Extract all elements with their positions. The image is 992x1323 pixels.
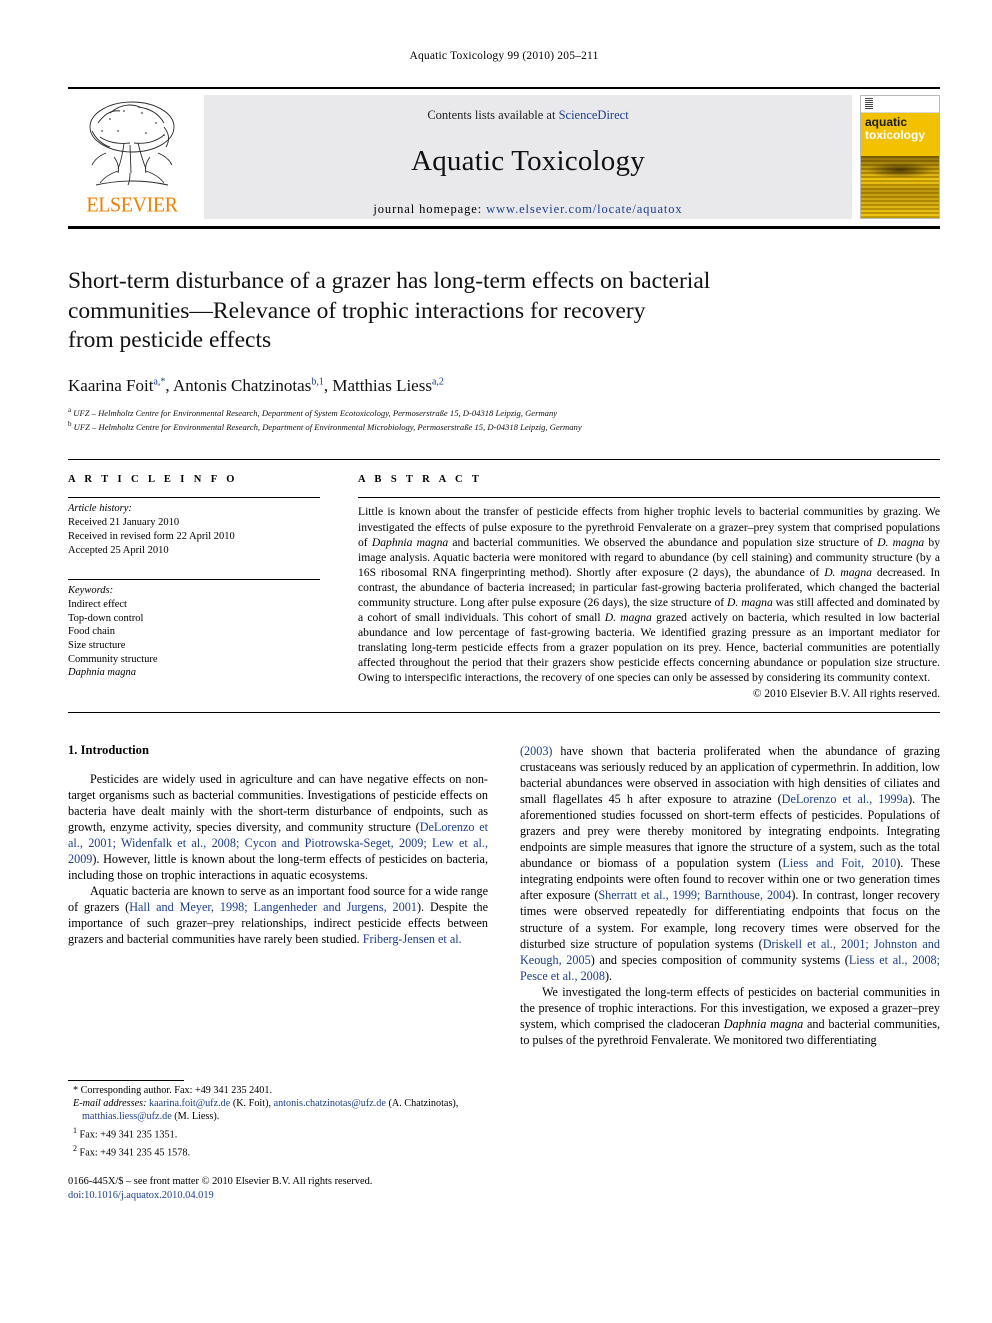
info-abstract-section: A R T I C L E I N F O Article history: R… xyxy=(68,459,941,700)
cover-title: aquatic toxicology xyxy=(861,113,939,141)
intro-paragraph: Aquatic bacteria are known to serve as a… xyxy=(68,884,488,947)
intro-paragraph: (2003) have shown that bacteria prolifer… xyxy=(520,743,941,983)
homepage-prefix: journal homepage: xyxy=(373,202,487,216)
title-line-2: communities—Relevance of trophic interac… xyxy=(68,297,646,324)
intro-paragraph: Pesticides are widely used in agricultur… xyxy=(68,771,488,883)
author-list: Kaarina Foita,*, Antonis Chatzinotasb,1,… xyxy=(68,375,444,395)
keyword-item: Indirect effect xyxy=(68,599,127,611)
intro-paragraph: We investigated the long-term effects of… xyxy=(520,984,940,1048)
author-3: Matthias Liessa,2 xyxy=(332,376,444,395)
keywords-rule xyxy=(68,579,320,581)
keyword-item: Size structure xyxy=(68,639,126,651)
history-received: Received 21 January 2010 xyxy=(68,517,180,529)
author-2: Antonis Chatzinotasb,1 xyxy=(173,376,324,395)
author-1: Kaarina Foita,* xyxy=(68,376,165,395)
affiliation-a: a UFZ – Helmholtz Centre for Environment… xyxy=(68,405,940,419)
contents-available-line: Contents lists available at ScienceDirec… xyxy=(427,108,628,123)
cover-header-strip xyxy=(861,96,939,113)
masthead-bottom-rule xyxy=(68,226,940,229)
page-title: Short-term disturbance of a grazer has l… xyxy=(68,267,940,356)
cover-title-line1: aquatic xyxy=(865,115,908,129)
abstract-text: Little is known about the transfer of pe… xyxy=(358,505,941,685)
title-line-3: from pesticide effects xyxy=(68,327,272,353)
contents-prefix: Contents lists available at xyxy=(427,108,559,122)
keyword-item: Community structure xyxy=(68,653,158,665)
page-content: Aquatic Toxicology 99 (2010) 205–211 ELS… xyxy=(68,0,940,1203)
article-info-rule xyxy=(68,497,320,499)
affiliations: a UFZ – Helmholtz Centre for Environment… xyxy=(68,405,940,434)
keyword-item: Daphnia magna xyxy=(68,667,136,679)
affiliation-a-text: UFZ – Helmholtz Centre for Environmental… xyxy=(73,407,558,418)
footnote-fax-1: 1 Fax: +49 341 235 1351. xyxy=(73,1125,178,1141)
cover-title-line2: toxicology xyxy=(865,127,926,142)
elsevier-tree-icon xyxy=(89,101,175,186)
footnote-email-addresses: E-mail addresses: kaarina.foit@ufz.de (K… xyxy=(73,1097,459,1123)
article-info-heading: A R T I C L E I N F O xyxy=(68,474,238,486)
journal-cover-thumbnail: aquatic toxicology xyxy=(860,95,940,219)
footnote-fax-2: 2 Fax: +49 341 235 45 1578. xyxy=(73,1143,190,1158)
abstract-rule xyxy=(358,497,940,499)
footnote-corresponding-author: * Corresponding author. Fax: +49 341 235… xyxy=(73,1084,273,1096)
journal-homepage-line: journal homepage: www.elsevier.com/locat… xyxy=(373,202,682,217)
keywords-label: Keywords: xyxy=(68,585,114,597)
article-history-label: Article history: xyxy=(68,503,132,515)
abstract-heading: A B S T R A C T xyxy=(358,474,483,486)
abstract-copyright: © 2010 Elsevier B.V. All rights reserved… xyxy=(752,687,940,700)
imprint-front-matter: 0166-445X/$ – see front matter © 2010 El… xyxy=(68,1176,373,1188)
author-2-name: Antonis Chatzinotas xyxy=(172,375,312,395)
author-1-name: Kaarina Foit xyxy=(68,375,154,395)
imprint-block: 0166-445X/$ – see front matter © 2010 El… xyxy=(68,1175,488,1202)
journal-article-page: Aquatic Toxicology 99 (2010) 205–211 ELS… xyxy=(0,0,992,1323)
author-3-marks: a,2 xyxy=(431,375,444,387)
body-left-column: 1. Introduction Pesticides are widely us… xyxy=(68,743,488,1203)
affiliation-b-mark: b xyxy=(68,419,72,428)
author-3-name: Matthias Liess xyxy=(332,375,432,395)
title-line-1: Short-term disturbance of a grazer has l… xyxy=(68,268,711,294)
affiliation-a-mark: a xyxy=(68,405,72,414)
footnotes-block: * Corresponding author. Fax: +49 341 235… xyxy=(68,1079,488,1203)
abstract-column: A B S T R A C T Little is known about th… xyxy=(346,474,941,700)
body-columns: 1. Introduction Pesticides are widely us… xyxy=(68,743,940,1203)
info-abstract-bottom-rule xyxy=(68,711,940,713)
author-1-marks: a,* xyxy=(153,375,166,387)
imprint-doi[interactable]: doi:10.1016/j.aquatox.2010.04.019 xyxy=(68,1189,488,1203)
section-heading-introduction: 1. Introduction xyxy=(68,742,149,757)
body-right-column: (2003) have shown that bacteria prolifer… xyxy=(520,743,940,1203)
affiliation-b: b UFZ – Helmholtz Centre for Environment… xyxy=(68,419,940,433)
journal-title: Aquatic Toxicology xyxy=(411,145,645,177)
keyword-item: Top-down control xyxy=(68,612,144,624)
running-head: Aquatic Toxicology 99 (2010) 205–211 xyxy=(409,50,599,62)
author-2-marks: b,1 xyxy=(311,375,324,387)
journal-band: Contents lists available at ScienceDirec… xyxy=(204,95,852,219)
sciencedirect-link[interactable]: ScienceDirect xyxy=(559,108,629,122)
elsevier-logo: ELSEVIER xyxy=(68,95,196,219)
cover-artwork xyxy=(861,156,939,218)
footnote-separator xyxy=(68,1079,184,1081)
keywords-block: Keywords: Indirect effect Top-down contr… xyxy=(68,579,320,680)
history-revised: Received in revised form 22 April 2010 xyxy=(68,531,235,542)
keyword-item: Food chain xyxy=(68,626,115,638)
journal-masthead: ELSEVIER Contents lists available at Sci… xyxy=(68,87,940,229)
history-accepted: Accepted 25 April 2010 xyxy=(68,544,169,556)
elsevier-wordmark: ELSEVIER xyxy=(86,193,178,217)
article-info-column: A R T I C L E I N F O Article history: R… xyxy=(68,474,346,699)
journal-homepage-link[interactable]: www.elsevier.com/locate/aquatox xyxy=(486,202,682,216)
affiliation-b-text: UFZ – Helmholtz Centre for Environmental… xyxy=(73,421,582,432)
